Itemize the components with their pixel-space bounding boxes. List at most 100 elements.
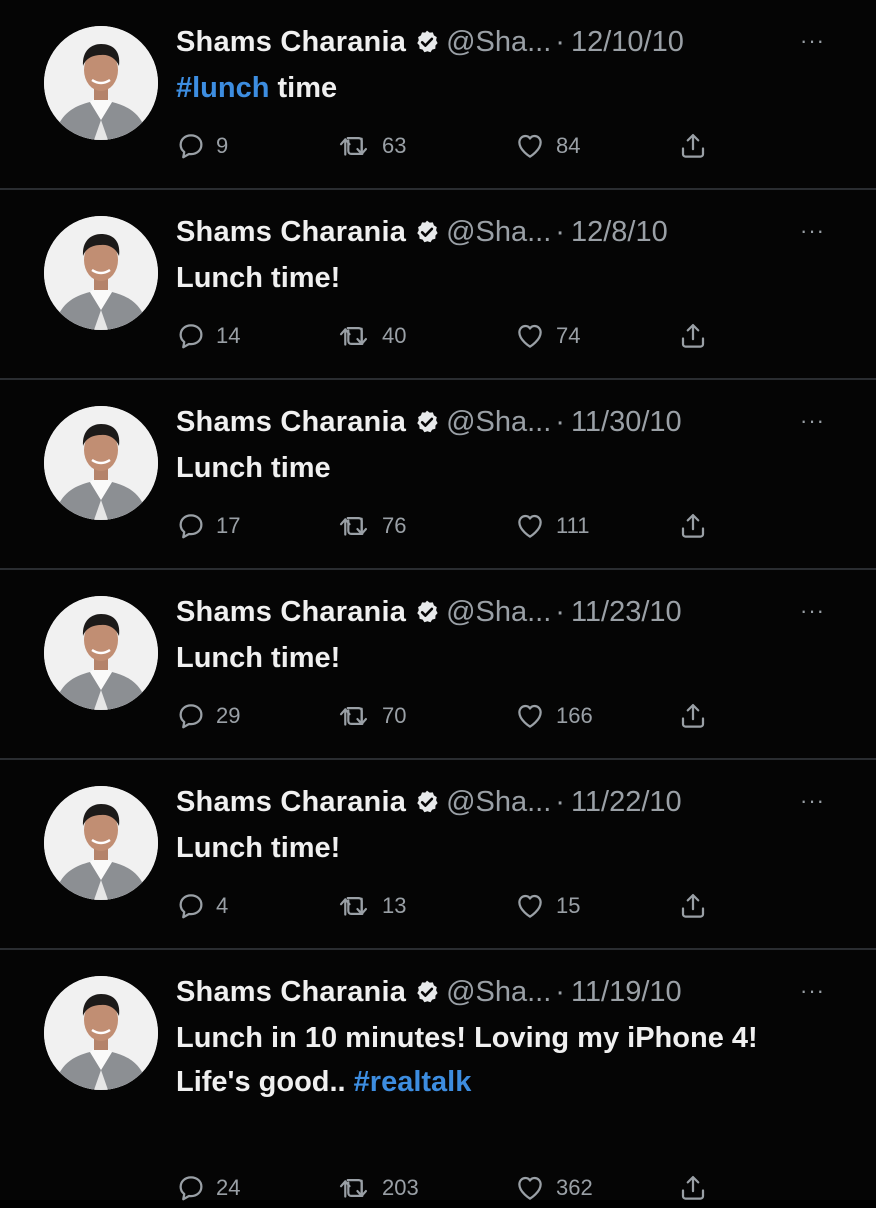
retweet-button[interactable]: 70 (338, 696, 406, 736)
author-name[interactable]: Shams Charania (176, 406, 406, 439)
share-icon (681, 324, 705, 348)
share-button[interactable] (678, 506, 718, 546)
tweet[interactable]: Shams Charania @Sha... · 12/10/10 ··· #l… (0, 0, 876, 190)
avatar[interactable] (44, 596, 158, 710)
like-button[interactable]: 362 (514, 1168, 593, 1208)
tweet-text-part: Lunch time! (176, 832, 341, 864)
tweet-date[interactable]: 11/23/10 (571, 596, 682, 629)
author-handle[interactable]: @Sha... (446, 976, 551, 1009)
reply-count: 9 (216, 133, 229, 158)
retweet-button[interactable]: 13 (338, 886, 406, 926)
share-icon (681, 1176, 705, 1200)
tweet-text: Lunch time! (176, 826, 816, 870)
retweet-button[interactable]: 76 (338, 506, 406, 546)
tweet[interactable]: Shams Charania @Sha... · 11/30/10 ··· Lu… (0, 380, 876, 570)
tweet-text: #lunch time (176, 66, 816, 110)
tweet-header: Shams Charania @Sha... · 11/22/10 (176, 782, 846, 822)
hashtag-link[interactable]: #lunch (176, 72, 269, 104)
more-options-icon[interactable]: ··· (800, 28, 830, 53)
share-icon (681, 704, 705, 728)
author-handle[interactable]: @Sha... (446, 26, 551, 59)
verified-badge-icon (417, 30, 438, 53)
reply-icon (179, 704, 203, 729)
reply-button[interactable]: 4 (176, 886, 228, 926)
separator-dot: · (555, 595, 565, 628)
hashtag-link[interactable]: #realtalk (354, 1066, 472, 1098)
author-handle[interactable]: @Sha... (446, 216, 551, 249)
reply-count: 14 (216, 323, 241, 348)
retweet-button[interactable]: 203 (338, 1168, 419, 1208)
reply-button[interactable]: 17 (176, 506, 240, 546)
share-button[interactable] (678, 696, 718, 736)
retweet-count: 70 (382, 703, 407, 728)
share-button[interactable] (678, 126, 718, 166)
separator-dot: · (555, 215, 565, 248)
tweet-content: Shams Charania @Sha... · 11/23/10 ··· Lu… (176, 592, 846, 729)
tweet-text: Lunch in 10 minutes! Loving my iPhone 4!… (176, 1016, 816, 1104)
more-options-icon[interactable]: ··· (800, 788, 830, 813)
author-handle[interactable]: @Sha... (446, 406, 551, 439)
tweet-date[interactable]: 11/30/10 (571, 406, 682, 439)
tweet[interactable]: Shams Charania @Sha... · 11/19/10 ··· Lu… (0, 950, 876, 1201)
author-name[interactable]: Shams Charania (176, 596, 406, 629)
reply-count: 29 (216, 703, 241, 728)
tweet[interactable]: Shams Charania @Sha... · 11/23/10 ··· Lu… (0, 570, 876, 760)
reply-count: 24 (216, 1175, 241, 1200)
avatar[interactable] (44, 406, 158, 520)
tweet-text: Lunch time! (176, 256, 816, 300)
more-options-icon[interactable]: ··· (800, 978, 830, 1003)
share-button[interactable] (678, 1168, 718, 1208)
more-options-icon[interactable]: ··· (800, 598, 830, 623)
tweet-text: Lunch time (176, 446, 816, 490)
author-name[interactable]: Shams Charania (176, 786, 406, 819)
tweet[interactable]: Shams Charania @Sha... · 12/8/10 ··· Lun… (0, 190, 876, 380)
heart-icon (518, 134, 542, 158)
timeline: Shams Charania @Sha... · 12/10/10 ··· #l… (0, 0, 876, 1201)
like-count: 166 (556, 703, 593, 728)
like-button[interactable]: 74 (514, 316, 580, 356)
like-count: 74 (556, 323, 581, 348)
like-button[interactable]: 84 (514, 126, 580, 166)
retweet-count: 40 (382, 323, 407, 348)
author-handle[interactable]: @Sha... (446, 596, 551, 629)
verified-badge-icon (417, 410, 438, 433)
author-handle[interactable]: @Sha... (446, 786, 551, 819)
tweet-date[interactable]: 11/22/10 (571, 786, 682, 819)
separator-dot: · (555, 405, 565, 438)
reply-button[interactable]: 14 (176, 316, 240, 356)
retweet-icon (339, 137, 368, 156)
author-name[interactable]: Shams Charania (176, 976, 406, 1009)
avatar[interactable] (44, 786, 158, 900)
heart-icon (518, 704, 542, 728)
like-button[interactable]: 111 (514, 506, 589, 546)
reply-button[interactable]: 29 (176, 696, 240, 736)
share-icon (681, 894, 705, 918)
like-button[interactable]: 15 (514, 886, 580, 926)
share-icon (681, 514, 705, 538)
tweet-date[interactable]: 11/19/10 (571, 976, 682, 1009)
more-options-icon[interactable]: ··· (800, 408, 830, 433)
avatar[interactable] (44, 216, 158, 330)
retweet-button[interactable]: 63 (338, 126, 406, 166)
more-options-icon[interactable]: ··· (800, 218, 830, 243)
avatar[interactable] (44, 26, 158, 140)
like-count: 84 (556, 133, 581, 158)
avatar[interactable] (44, 976, 158, 1090)
share-button[interactable] (678, 886, 718, 926)
tweet-header: Shams Charania @Sha... · 12/8/10 (176, 212, 846, 252)
author-name[interactable]: Shams Charania (176, 26, 406, 59)
tweet-header: Shams Charania @Sha... · 11/19/10 (176, 972, 846, 1012)
reply-button[interactable]: 9 (176, 126, 228, 166)
retweet-icon (339, 897, 368, 916)
tweet-header: Shams Charania @Sha... · 12/10/10 (176, 22, 846, 62)
tweet-header: Shams Charania @Sha... · 11/23/10 (176, 592, 846, 632)
tweet-date[interactable]: 12/10/10 (571, 26, 684, 59)
reply-button[interactable]: 24 (176, 1168, 240, 1208)
tweet[interactable]: Shams Charania @Sha... · 11/22/10 ··· Lu… (0, 760, 876, 950)
author-name[interactable]: Shams Charania (176, 216, 406, 249)
tweet-date[interactable]: 12/8/10 (571, 216, 668, 249)
share-button[interactable] (678, 316, 718, 356)
like-button[interactable]: 166 (514, 696, 593, 736)
retweet-button[interactable]: 40 (338, 316, 406, 356)
tweet-content: Shams Charania @Sha... · 11/30/10 ··· Lu… (176, 402, 846, 539)
